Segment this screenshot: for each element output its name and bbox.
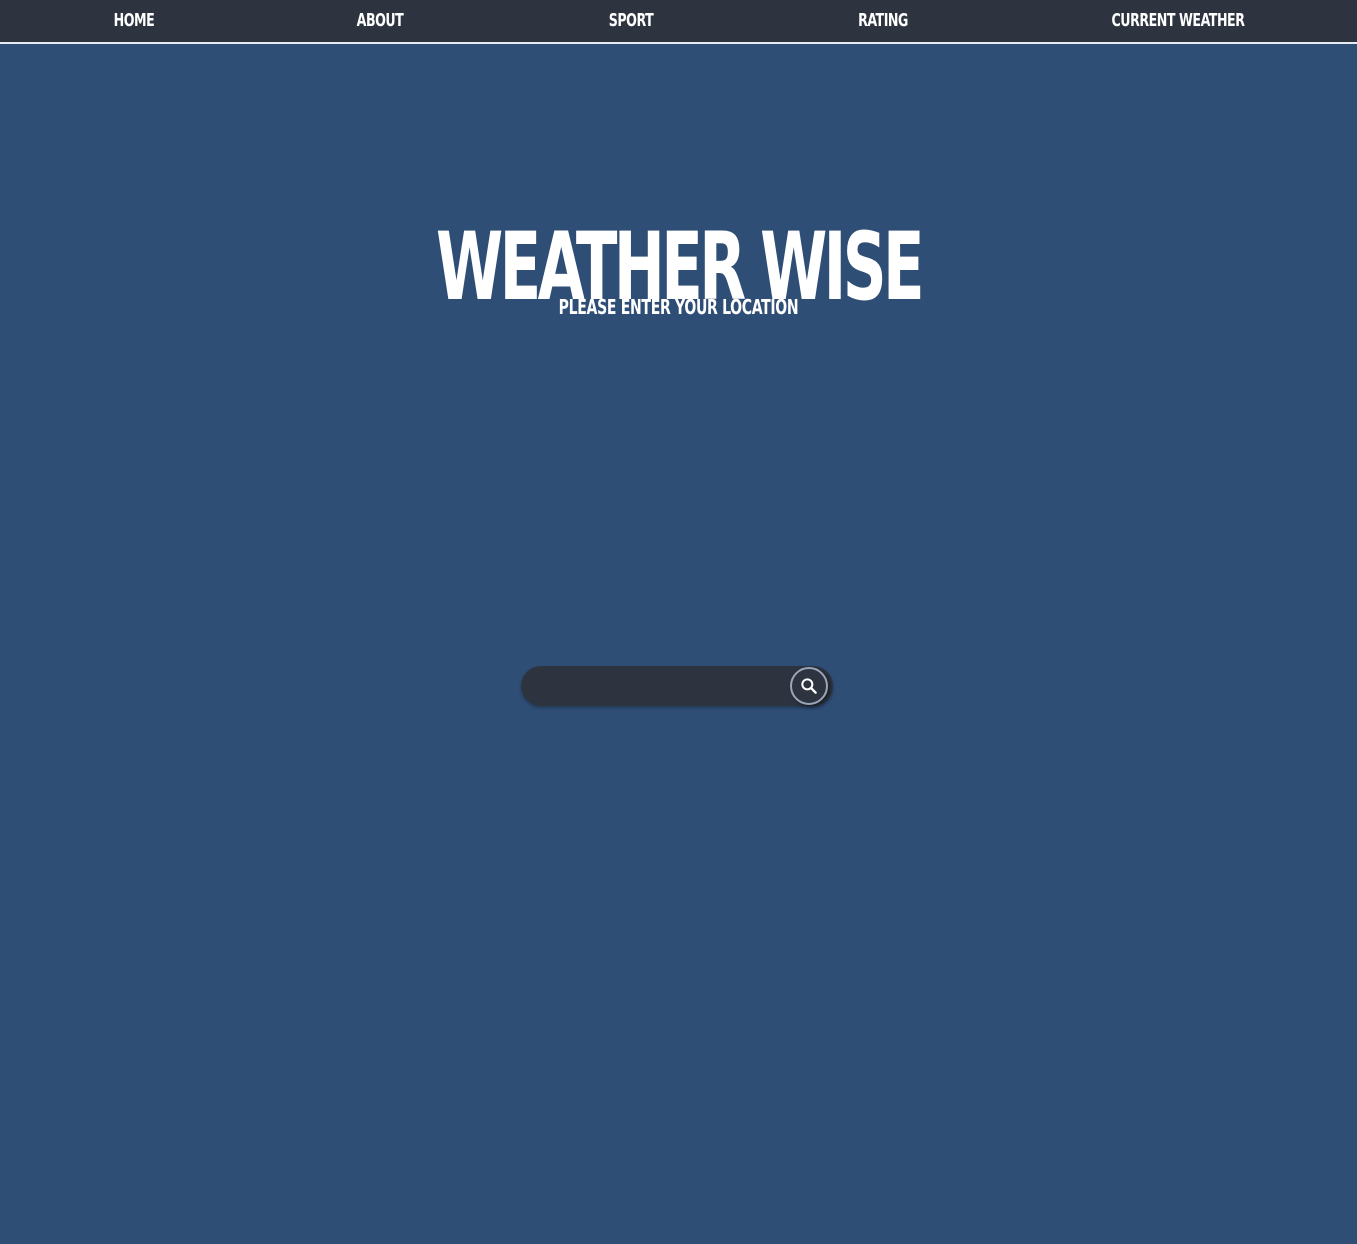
- nav-item-sport[interactable]: SPORT: [592, 0, 670, 42]
- nav-item-about[interactable]: ABOUT: [341, 0, 419, 42]
- top-navbar: HOME ABOUT SPORT RATING CURRENT WEATHER: [0, 0, 1357, 44]
- nav-item-home[interactable]: HOME: [95, 0, 173, 42]
- search-button[interactable]: [790, 667, 828, 705]
- nav-item-rating[interactable]: RATING: [844, 0, 922, 42]
- search-icon: [801, 678, 817, 694]
- location-search-input[interactable]: [537, 666, 787, 706]
- nav-item-current-weather[interactable]: CURRENT WEATHER: [1108, 0, 1248, 42]
- location-search-bar: [521, 666, 833, 706]
- page-subtitle: PLEASE ENTER YOUR LOCATION: [558, 295, 799, 319]
